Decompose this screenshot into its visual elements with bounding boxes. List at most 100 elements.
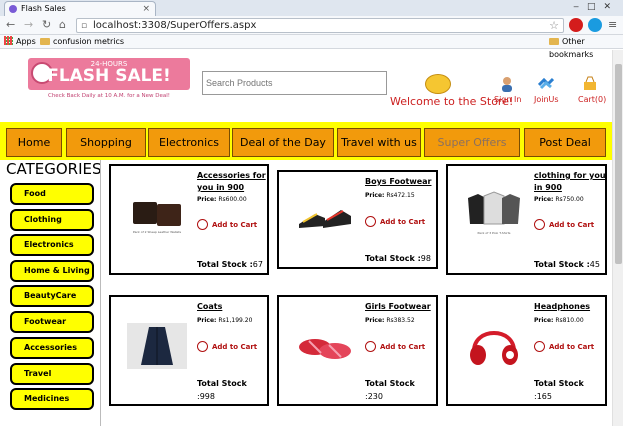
- home-icon[interactable]: ⌂: [59, 18, 66, 31]
- apps-icon: [4, 36, 13, 45]
- product-name-link[interactable]: Headphones: [534, 301, 608, 313]
- scrollbar-thumb[interactable]: [615, 64, 622, 264]
- target-icon: [365, 216, 376, 227]
- product-name-link[interactable]: Girls Footwear: [365, 301, 439, 313]
- add-to-cart-button[interactable]: Add to Cart: [197, 219, 257, 230]
- product-name-link[interactable]: clothing for you in 900: [534, 170, 608, 194]
- bookmark-star-icon[interactable]: ☆: [549, 19, 559, 32]
- main-menu: Home Shopping Electronics Deal of the Da…: [0, 122, 612, 160]
- reload-icon[interactable]: ↻: [42, 18, 51, 31]
- boys-footwear-image[interactable]: [295, 196, 355, 236]
- category-clothing[interactable]: Clothing: [10, 209, 94, 231]
- target-icon: [365, 341, 376, 352]
- bookmarks-bar: Apps confusion metrics Other bookmarks: [0, 35, 623, 59]
- search-input[interactable]: [202, 71, 387, 95]
- category-accessories[interactable]: Accessories: [10, 337, 94, 359]
- product-card: Boys Footwear Price: Rs472.15 Add to Car…: [277, 170, 438, 269]
- browser-toolbar: ← → ↻ ⌂ ▫ localhost:3308/SuperOffers.asp…: [0, 16, 623, 35]
- categories-title: CATEGORIES: [6, 160, 102, 178]
- add-to-cart-button[interactable]: Add to Cart: [365, 216, 425, 227]
- minimize-icon[interactable]: ‒: [573, 2, 587, 12]
- total-stock: Total Stock :98: [365, 254, 431, 263]
- product-price: Price: Rs750.00: [534, 196, 584, 203]
- girls-footwear-image[interactable]: [295, 323, 355, 369]
- cart-icon[interactable]: [582, 76, 598, 92]
- join-us-link[interactable]: JoinUs: [534, 95, 559, 104]
- add-to-cart-button[interactable]: Add to Cart: [197, 341, 257, 352]
- page-icon: ▫: [81, 21, 88, 31]
- wallets-image[interactable]: Pack of 2 Sheep Leather Wallets: [127, 196, 187, 236]
- menu-electronics[interactable]: Electronics: [148, 128, 230, 157]
- menu-post-deal[interactable]: Post Deal: [524, 128, 606, 157]
- category-medicines[interactable]: Medicines: [10, 388, 94, 410]
- add-to-cart-button[interactable]: Add to Cart: [534, 341, 594, 352]
- product-image-caption: Pack of 2 Sheep Leather Wallets: [133, 230, 182, 234]
- maximize-icon[interactable]: □: [587, 2, 604, 12]
- back-icon[interactable]: ←: [6, 18, 15, 31]
- product-price: Price: Rs383.52: [365, 317, 415, 324]
- product-price: Price: Rs1,199.20: [197, 317, 253, 324]
- product-price: Price: Rs472.15: [365, 192, 415, 199]
- bookmark-apps[interactable]: Apps: [4, 35, 36, 48]
- category-home-living[interactable]: Home & Living: [10, 260, 94, 282]
- product-card: Coats Price: Rs1,199.20 Add to Cart Tota…: [109, 295, 269, 406]
- product-card: Headphones Price: Rs810.00 Add to Cart T…: [446, 295, 607, 406]
- opera-extension-icon[interactable]: [569, 18, 583, 32]
- close-tab-icon[interactable]: ×: [142, 2, 150, 16]
- product-name-link[interactable]: Coats: [197, 301, 271, 313]
- menu-icon[interactable]: ≡: [608, 18, 617, 31]
- add-to-cart-button[interactable]: Add to Cart: [365, 341, 425, 352]
- add-to-cart-button[interactable]: Add to Cart: [534, 219, 594, 230]
- handshake-icon[interactable]: [538, 76, 554, 92]
- cart-link[interactable]: Cart(0): [578, 95, 606, 104]
- address-bar[interactable]: ▫ localhost:3308/SuperOffers.aspx ☆: [76, 18, 564, 33]
- product-card: Pack of 3 Polo T-Shirts clothing for you…: [446, 164, 607, 275]
- flash-sale-logo[interactable]: 24-HOURS FLASH SALE!: [28, 58, 190, 90]
- browser-tab-strip: Flash Sales × ‒□✕: [0, 0, 623, 16]
- sidebar-divider: [100, 160, 101, 426]
- bookmark-confusion-metrics[interactable]: confusion metrics: [40, 35, 124, 48]
- total-stock: Total Stock:165: [534, 379, 584, 401]
- folder-icon: [40, 38, 50, 45]
- folder-icon: [549, 38, 559, 45]
- product-price: Price: Rs600.00: [197, 196, 247, 203]
- product-name-link[interactable]: Boys Footwear: [365, 176, 439, 188]
- tab-title: Flash Sales: [21, 4, 66, 13]
- logo-tagline: Check Back Daily at 10 A.M. for a New De…: [47, 93, 170, 99]
- category-food[interactable]: Food: [10, 183, 94, 205]
- browser-tab[interactable]: Flash Sales ×: [4, 1, 156, 16]
- forward-icon[interactable]: →: [24, 18, 33, 31]
- menu-shopping[interactable]: Shopping: [66, 128, 146, 157]
- menu-super-offers[interactable]: Super Offers: [424, 128, 520, 157]
- skype-extension-icon[interactable]: [588, 18, 602, 32]
- sign-in-link[interactable]: Sign In: [494, 95, 521, 104]
- product-card: Pack of 2 Sheep Leather Wallets Accessor…: [109, 164, 269, 275]
- total-stock: Total Stock :45: [534, 260, 600, 269]
- menu-home[interactable]: Home: [6, 128, 62, 157]
- favicon-icon: [9, 5, 17, 13]
- coat-image[interactable]: [127, 323, 187, 369]
- target-icon: [534, 219, 545, 230]
- url-text: localhost:3308/SuperOffers.aspx: [93, 20, 257, 31]
- window-controls[interactable]: ‒□✕: [573, 2, 619, 12]
- page-scrollbar[interactable]: [612, 50, 623, 426]
- category-beautycare[interactable]: BeautyCare: [10, 285, 94, 307]
- product-card: Girls Footwear Price: Rs383.52 Add to Ca…: [277, 295, 438, 406]
- smiley-icon: [425, 74, 451, 94]
- total-stock: Total Stock:230: [365, 379, 415, 401]
- total-stock: Total Stock :67: [197, 260, 263, 269]
- category-travel[interactable]: Travel: [10, 363, 94, 385]
- user-icon[interactable]: [499, 76, 515, 92]
- total-stock: Total Stock:998: [197, 379, 247, 401]
- category-electronics[interactable]: Electronics: [10, 234, 94, 256]
- close-window-icon[interactable]: ✕: [603, 2, 619, 12]
- product-image-caption: Pack of 3 Polo T-Shirts: [478, 231, 511, 235]
- menu-travel-with-us[interactable]: Travel with us: [337, 128, 421, 157]
- product-name-link[interactable]: Accessories for you in 900: [197, 170, 271, 194]
- category-footwear[interactable]: Footwear: [10, 311, 94, 333]
- polo-tshirts-image[interactable]: Pack of 3 Polo T-Shirts: [464, 188, 524, 238]
- menu-deal-of-the-day[interactable]: Deal of the Day: [232, 128, 334, 157]
- logo-main-text: FLASH SALE!: [47, 66, 171, 86]
- product-price: Price: Rs810.00: [534, 317, 584, 324]
- headphones-image[interactable]: [464, 321, 524, 371]
